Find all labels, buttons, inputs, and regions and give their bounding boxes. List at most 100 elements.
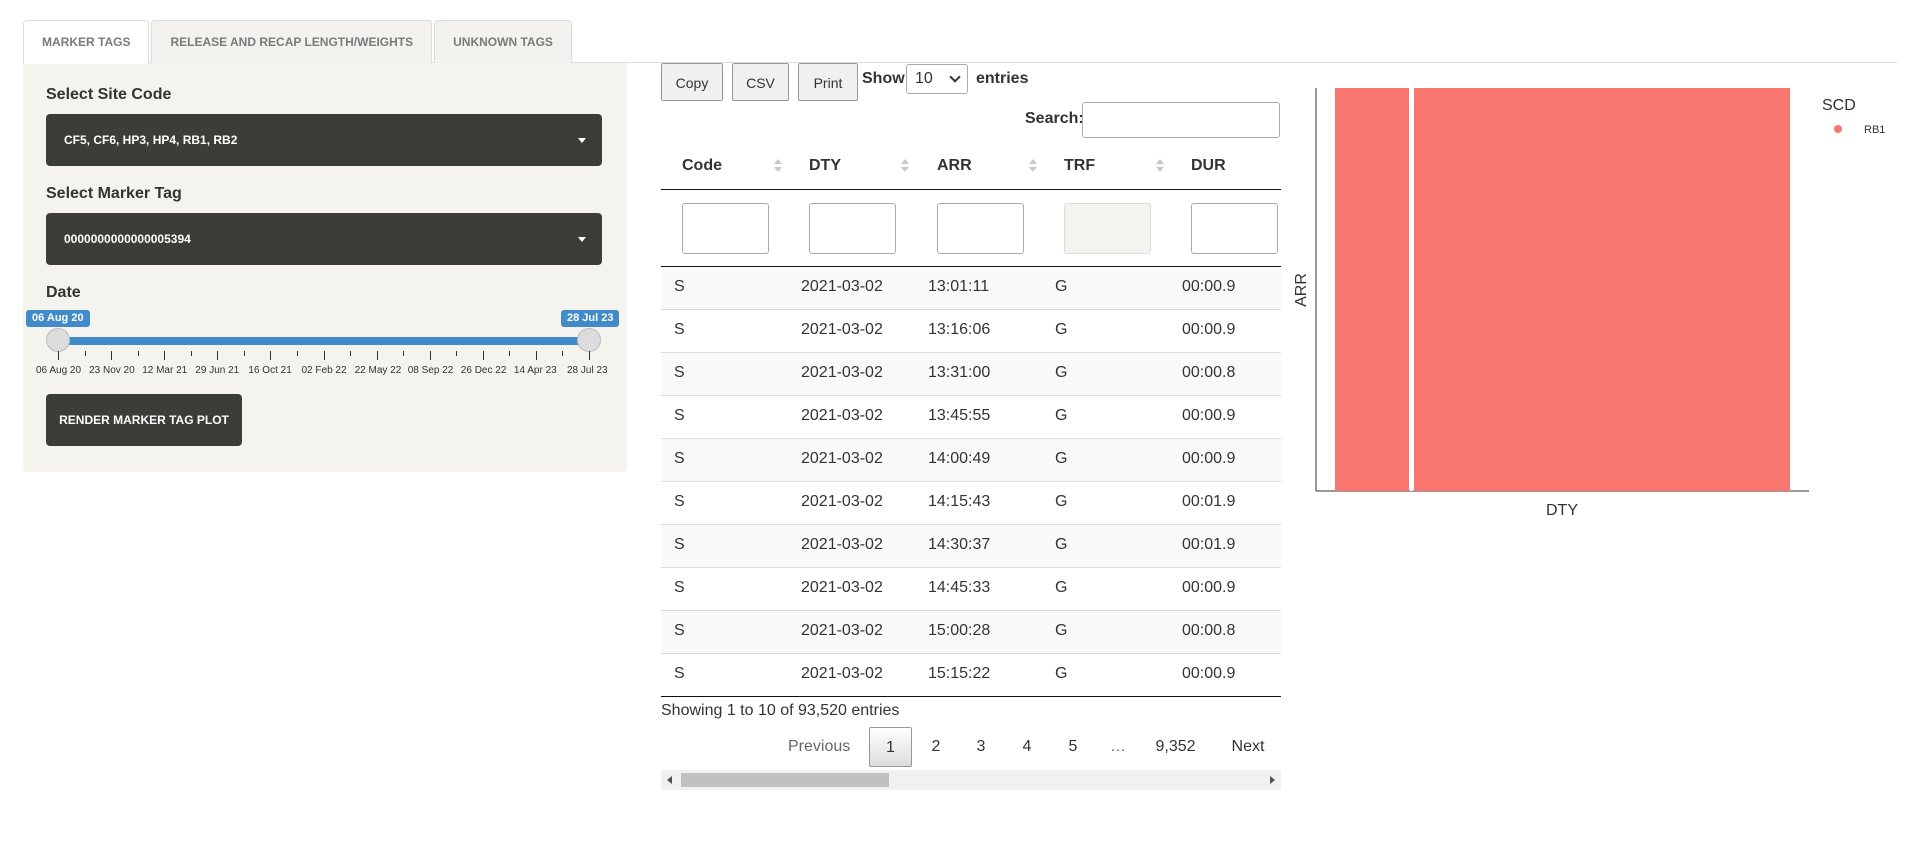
- slider-from-bubble: 06 Aug 20: [26, 310, 90, 327]
- table-cell-code: S: [674, 579, 685, 596]
- slider-tick: [58, 351, 59, 360]
- pagination-page-last[interactable]: 9,352: [1153, 727, 1198, 767]
- marker-tag-label: Select Marker Tag: [46, 185, 182, 202]
- table-cell-dty: 2021-03-02: [801, 536, 883, 553]
- filter-arr-input[interactable]: [937, 203, 1024, 254]
- table-row[interactable]: S 2021-03-02 15:00:28 G 00:00.8: [661, 611, 1281, 654]
- sort-icon: [1029, 159, 1037, 173]
- site-code-select[interactable]: CF5, CF6, HP3, HP4, RB1, RB2: [46, 114, 602, 166]
- col-header-code[interactable]: Code: [682, 157, 722, 175]
- legend-title: SCD: [1822, 97, 1856, 114]
- scroll-left-icon[interactable]: [667, 776, 672, 784]
- legend-dot-icon: [1834, 125, 1842, 133]
- pagination-previous[interactable]: Previous: [788, 727, 850, 767]
- csv-button[interactable]: CSV: [732, 63, 789, 101]
- table-cell-trf: G: [1055, 579, 1068, 596]
- filter-dur-input[interactable]: [1191, 203, 1278, 254]
- table-cell-code: S: [674, 321, 685, 338]
- table-cell-code: S: [674, 622, 685, 639]
- table-cell-dty: 2021-03-02: [801, 450, 883, 467]
- col-header-dur[interactable]: DUR: [1191, 157, 1226, 175]
- table-cell-dur: 00:00.9: [1182, 407, 1236, 424]
- slider-ticks: [34, 351, 594, 363]
- table-row[interactable]: S 2021-03-02 13:01:11 G 00:00.9: [661, 267, 1281, 310]
- slider-tick: [243, 351, 245, 356]
- table-cell-code: S: [674, 665, 685, 682]
- slider-tick: [376, 351, 378, 360]
- table-row[interactable]: S 2021-03-02 14:00:49 G 00:00.9: [661, 439, 1281, 482]
- table-row[interactable]: S 2021-03-02 13:16:06 G 00:00.9: [661, 310, 1281, 353]
- table-cell-code: S: [674, 450, 685, 467]
- table-cell-trf: G: [1055, 364, 1068, 381]
- pagination-next[interactable]: Next: [1228, 727, 1268, 767]
- slider-tick: [323, 351, 325, 360]
- pagination-page-2[interactable]: 2: [926, 727, 946, 767]
- slider-tick: [270, 351, 272, 360]
- pagination-page-5[interactable]: 5: [1063, 727, 1083, 767]
- scroll-right-icon[interactable]: [1270, 776, 1275, 784]
- table-cell-dur: 00:01.9: [1182, 493, 1236, 510]
- tab-marker-tags[interactable]: MARKER TAGS: [23, 20, 150, 64]
- entries-label: entries: [976, 70, 1029, 87]
- marker-tag-plot: DTY ARR: [1293, 88, 1809, 519]
- table-row[interactable]: S 2021-03-02 13:45:55 G 00:00.9: [661, 396, 1281, 439]
- entries-length-select[interactable]: 10: [906, 64, 968, 94]
- col-header-trf[interactable]: TRF: [1064, 157, 1095, 175]
- table-row[interactable]: S 2021-03-02 13:31:00 G 00:00.8: [661, 353, 1281, 396]
- table-cell-trf: G: [1055, 278, 1068, 295]
- table-cell-code: S: [674, 364, 685, 381]
- filter-dty-input[interactable]: [809, 203, 896, 254]
- slider-tick-label: 14 Apr 23: [513, 365, 557, 376]
- slider-tick: [84, 351, 86, 356]
- x-axis-label: DTY: [1546, 502, 1578, 519]
- slider-tick-label: 23 Nov 20: [89, 365, 135, 376]
- table-cell-dty: 2021-03-02: [801, 407, 883, 424]
- table-cell-arr: 14:45:33: [928, 579, 991, 596]
- table-cell-arr: 14:00:49: [928, 450, 991, 467]
- slider-tick-label: 06 Aug 20: [36, 365, 82, 376]
- data-point-cluster: [1335, 88, 1409, 491]
- table-cell-arr: 13:16:06: [928, 321, 991, 338]
- slider-tick: [535, 351, 537, 360]
- slider-tick-label: 26 Dec 22: [460, 365, 507, 376]
- table-cell-code: S: [674, 407, 685, 424]
- tab-unknown-tags[interactable]: UNKNOWN TAGS: [434, 20, 572, 63]
- col-header-dty[interactable]: DTY: [809, 157, 841, 175]
- table-cell-dty: 2021-03-02: [801, 278, 883, 295]
- chevron-down-icon: [949, 71, 961, 83]
- slider-tick-label: 29 Jun 21: [195, 365, 240, 376]
- col-header-arr[interactable]: ARR: [937, 157, 972, 175]
- slider-to-handle[interactable]: [577, 328, 601, 352]
- render-marker-tag-plot-button[interactable]: RENDER MARKER TAG PLOT: [46, 394, 242, 446]
- table-cell-trf: G: [1055, 493, 1068, 510]
- table-row[interactable]: S 2021-03-02 14:30:37 G 00:01.9: [661, 525, 1281, 568]
- search-input[interactable]: [1082, 102, 1280, 138]
- pagination-page-4[interactable]: 4: [1017, 727, 1037, 767]
- sort-icon: [774, 159, 782, 173]
- scroll-thumb[interactable]: [681, 773, 889, 787]
- slider-tick-label: 16 Oct 21: [248, 365, 292, 376]
- pagination-page-1[interactable]: 1: [869, 727, 912, 767]
- tab-bar: MARKER TAGS RELEASE AND RECAP LENGTH/WEI…: [23, 20, 574, 64]
- slider-tick-label: 02 Feb 22: [301, 365, 347, 376]
- table-row[interactable]: S 2021-03-02 14:45:33 G 00:00.9: [661, 568, 1281, 611]
- table-horizontal-scrollbar[interactable]: [661, 770, 1281, 790]
- table-cell-dur: 00:00.9: [1182, 278, 1236, 295]
- marker-tag-select[interactable]: 0000000000000005394: [46, 213, 602, 265]
- tab-release-recap[interactable]: RELEASE AND RECAP LENGTH/WEIGHTS: [151, 20, 433, 63]
- table-cell-code: S: [674, 278, 685, 295]
- slider-from-handle[interactable]: [46, 328, 70, 352]
- filter-code-input[interactable]: [682, 203, 769, 254]
- column-filters: [661, 190, 1281, 267]
- slider-tick: [217, 351, 219, 360]
- date-range-slider[interactable]: 06 Aug 20 28 Jul 23 06 Aug 20 23 Nov 20 12…: [26, 271, 620, 391]
- table-cell-dur: 00:00.8: [1182, 622, 1236, 639]
- table-row[interactable]: S 2021-03-02 15:15:22 G 00:00.9: [661, 654, 1281, 697]
- copy-button[interactable]: Copy: [661, 63, 723, 101]
- sort-icon: [1156, 159, 1164, 173]
- pagination-page-3[interactable]: 3: [971, 727, 991, 767]
- table-cell-dty: 2021-03-02: [801, 493, 883, 510]
- table-row[interactable]: S 2021-03-02 14:15:43 G 00:01.9: [661, 482, 1281, 525]
- pagination-ellipsis: …: [1110, 738, 1126, 755]
- print-button[interactable]: Print: [798, 63, 858, 101]
